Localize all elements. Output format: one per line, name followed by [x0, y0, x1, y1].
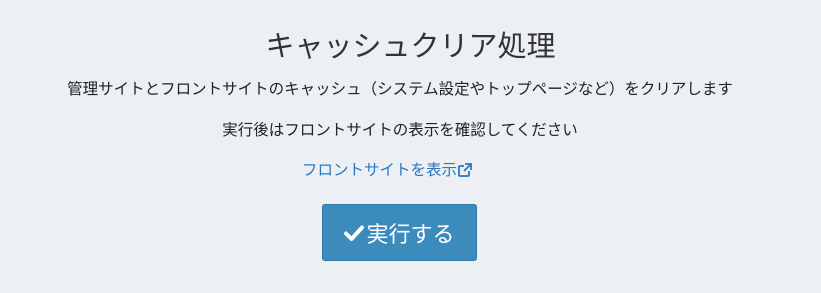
- external-link-icon: [458, 163, 473, 177]
- description-text: 管理サイトとフロントサイトのキャッシュ（システム設定やトップページなど）をクリア…: [67, 80, 733, 98]
- view-front-site-label: フロントサイトを表示: [302, 161, 458, 179]
- execute-button[interactable]: 実行する: [322, 204, 477, 261]
- instruction-text: 実行後はフロントサイトの表示を確認してください: [222, 121, 578, 139]
- view-front-site-link[interactable]: フロントサイトを表示: [302, 159, 473, 181]
- execute-button-label: 実行する: [366, 222, 455, 248]
- page-title: キャッシュクリア処理: [265, 29, 556, 63]
- cache-clear-panel: キャッシュクリア処理 管理サイトとフロントサイトのキャッシュ（システム設定やトッ…: [0, 0, 821, 293]
- check-icon: [344, 225, 365, 241]
